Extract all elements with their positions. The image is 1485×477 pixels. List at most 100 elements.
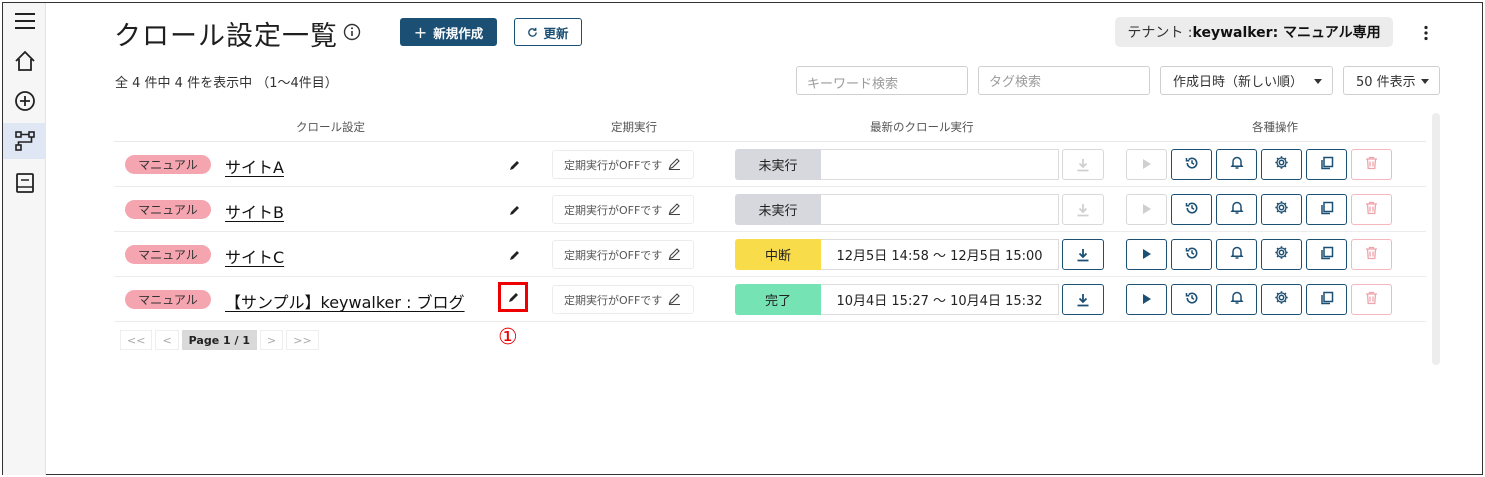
history-button[interactable]	[1171, 194, 1212, 225]
delete-button[interactable]	[1351, 149, 1392, 180]
pagination: << < Page 1 / 1 > >>	[120, 330, 322, 350]
crawl-setting-link[interactable]: サイトB	[225, 199, 284, 223]
chevron-down-icon	[1314, 79, 1322, 84]
run-period: 12月5日 14:58 ～ 12月5日 15:00	[821, 239, 1059, 270]
operation-buttons	[1126, 284, 1392, 315]
run-button[interactable]	[1126, 284, 1167, 315]
copy-button[interactable]	[1306, 239, 1347, 270]
menu-icon[interactable]	[3, 3, 46, 39]
copy-icon	[1320, 200, 1334, 219]
delete-button[interactable]	[1351, 194, 1392, 225]
keyword-search-input[interactable]: キーワード検索	[796, 66, 968, 95]
type-badge: マニュアル	[125, 155, 211, 174]
next-page-button[interactable]: >	[260, 330, 284, 350]
settings-button[interactable]	[1261, 149, 1302, 180]
schedule-field[interactable]: 定期実行がOFFです	[552, 150, 694, 179]
new-button[interactable]: + 新規作成	[400, 18, 497, 46]
add-circle-icon[interactable]	[3, 83, 46, 119]
edit-icon[interactable]	[508, 202, 521, 221]
per-page-select[interactable]: 50 件表示	[1343, 66, 1440, 95]
copy-button[interactable]	[1306, 194, 1347, 225]
run-button[interactable]	[1126, 239, 1167, 270]
settings-button[interactable]	[1261, 194, 1302, 225]
schedule-text: 定期実行がOFFです	[564, 158, 663, 172]
edit-icon[interactable]	[508, 247, 521, 266]
edit-icon[interactable]	[498, 282, 528, 312]
play-icon	[1142, 155, 1152, 174]
delete-button[interactable]	[1351, 239, 1392, 270]
table-row: マニュアル 【サンプル】keywalker : ブログ 定期実行がOFFです 完…	[114, 277, 1426, 322]
refresh-button[interactable]: 更新	[514, 18, 582, 46]
status-badge: 中断	[735, 239, 821, 270]
edit-schedule-icon[interactable]	[668, 247, 681, 263]
sort-select[interactable]: 作成日時（新しい順）	[1160, 66, 1333, 95]
schedule-field[interactable]: 定期実行がOFFです	[552, 195, 694, 224]
edit-schedule-icon[interactable]	[668, 292, 681, 308]
tenant-prefix: テナント :	[1127, 25, 1193, 41]
history-button[interactable]	[1171, 149, 1212, 180]
last-page-button[interactable]: >>	[286, 330, 319, 350]
gear-icon	[1274, 245, 1289, 264]
column-header-crawl-setting: クロール設定	[296, 120, 365, 134]
notification-button[interactable]	[1216, 149, 1257, 180]
book-icon[interactable]	[3, 165, 46, 201]
info-icon[interactable]	[343, 23, 361, 45]
current-page: Page 1 / 1	[181, 330, 258, 350]
column-header-operations: 各種操作	[1252, 120, 1298, 134]
history-button[interactable]	[1171, 239, 1212, 270]
operation-buttons	[1126, 194, 1392, 225]
type-badge: マニュアル	[125, 290, 211, 309]
table-row: マニュアル サイトA 定期実行がOFFです 未実行	[114, 142, 1426, 187]
schedule-field[interactable]: 定期実行がOFFです	[552, 285, 694, 314]
schedule-text: 定期実行がOFFです	[564, 203, 663, 217]
more-vert-icon[interactable]	[1419, 24, 1433, 46]
delete-button[interactable]	[1351, 284, 1392, 315]
refresh-button-label: 更新	[543, 25, 569, 41]
run-button[interactable]	[1126, 149, 1167, 180]
edit-schedule-icon[interactable]	[668, 157, 681, 173]
first-page-button[interactable]: <<	[120, 330, 153, 350]
history-icon	[1185, 245, 1199, 264]
edit-icon[interactable]	[508, 157, 521, 176]
crawl-setting-link[interactable]: 【サンプル】keywalker : ブログ	[225, 289, 465, 313]
trash-icon	[1365, 290, 1378, 309]
tenant-label: テナント : keywalker: マニュアル専用	[1115, 17, 1393, 47]
schedule-field[interactable]: 定期実行がOFFです	[552, 240, 694, 269]
history-icon	[1185, 290, 1199, 309]
crawl-setting-link[interactable]: サイトA	[225, 154, 284, 178]
home-icon[interactable]	[3, 43, 46, 79]
scrollbar[interactable]	[1432, 113, 1440, 365]
edit-schedule-icon[interactable]	[668, 202, 681, 218]
gear-icon	[1274, 200, 1289, 219]
bell-icon	[1229, 290, 1244, 309]
crawl-setting-link[interactable]: サイトC	[225, 244, 284, 268]
download-icon[interactable]	[1062, 194, 1104, 225]
tag-search-input[interactable]: タグ検索	[978, 66, 1150, 95]
trash-icon	[1365, 200, 1378, 219]
download-icon[interactable]	[1062, 149, 1104, 180]
notification-button[interactable]	[1216, 194, 1257, 225]
copy-button[interactable]	[1306, 149, 1347, 180]
status-badge: 未実行	[735, 149, 821, 180]
download-icon[interactable]	[1062, 239, 1104, 270]
settings-button[interactable]	[1261, 239, 1302, 270]
notification-button[interactable]	[1216, 284, 1257, 315]
notification-button[interactable]	[1216, 239, 1257, 270]
history-button[interactable]	[1171, 284, 1212, 315]
download-icon[interactable]	[1062, 284, 1104, 315]
status-badge: 未実行	[735, 194, 821, 225]
settings-button[interactable]	[1261, 284, 1302, 315]
history-icon	[1185, 155, 1199, 174]
status-badge: 完了	[735, 284, 821, 315]
run-period	[821, 194, 1059, 225]
copy-icon	[1320, 245, 1334, 264]
crawl-flow-icon[interactable]	[3, 123, 46, 159]
run-button[interactable]	[1126, 194, 1167, 225]
run-period: 10月4日 15:27 ～ 10月4日 15:32	[821, 284, 1059, 315]
plus-icon: +	[413, 22, 428, 42]
copy-button[interactable]	[1306, 284, 1347, 315]
copy-icon	[1320, 155, 1334, 174]
bell-icon	[1229, 200, 1244, 219]
chevron-down-icon	[1421, 79, 1429, 84]
prev-page-button[interactable]: <	[155, 330, 179, 350]
